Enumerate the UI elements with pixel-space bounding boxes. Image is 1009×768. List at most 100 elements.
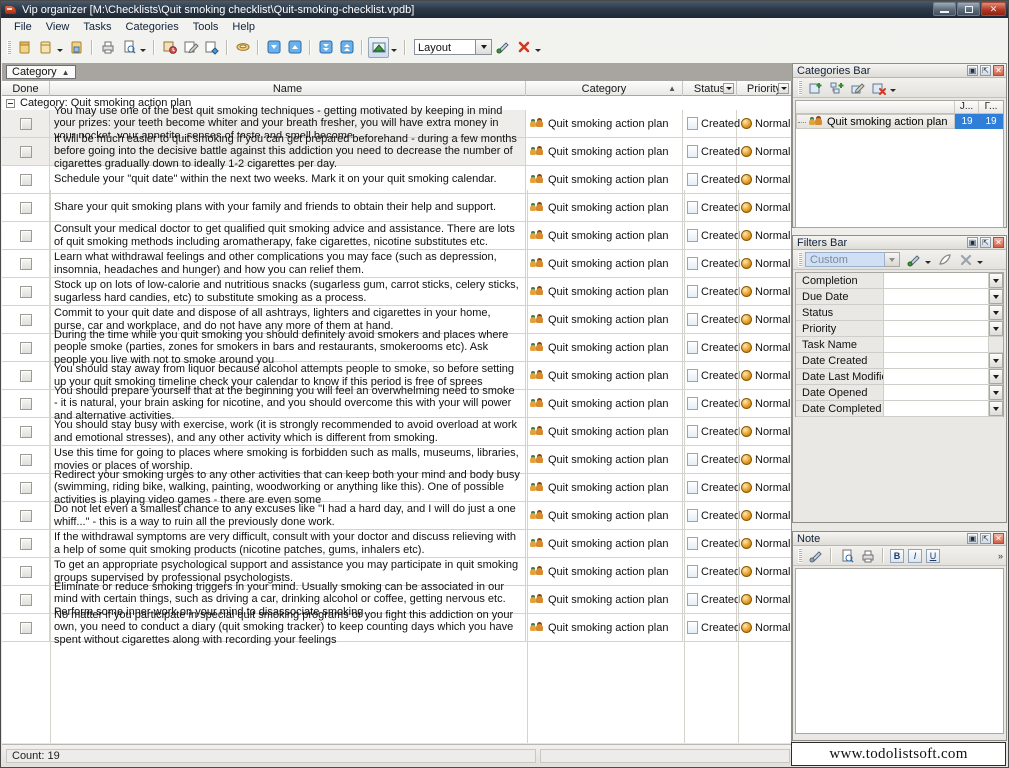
table-row[interactable]: Redirect your smoking urges to any other…	[2, 474, 791, 502]
column-header-category[interactable]: Category ▲	[526, 81, 683, 96]
print-dropdown-caret[interactable]	[140, 49, 146, 52]
menu-item-file[interactable]: File	[7, 20, 39, 34]
row-status-cell[interactable]: Created	[683, 110, 737, 137]
table-row[interactable]: Consult your medical doctor to get quali…	[2, 222, 791, 250]
row-category-cell[interactable]: Quit smoking action plan	[526, 166, 683, 193]
categories-bar-pin-icon[interactable]: ⇱	[980, 65, 991, 76]
row-priority-cell[interactable]: Normal	[737, 278, 791, 305]
categories-toolbar-grip[interactable]	[798, 80, 802, 95]
done-checkbox[interactable]	[20, 314, 32, 326]
row-category-cell[interactable]: Quit smoking action plan	[526, 110, 683, 137]
filters-bar-pin-icon[interactable]: ⇱	[980, 237, 991, 248]
filters-bar-window-position-icon[interactable]: ▣	[967, 237, 978, 248]
row-name-cell[interactable]: If the withdrawal symptoms are very diff…	[50, 530, 526, 557]
filter-row-dropdown[interactable]	[989, 369, 1003, 384]
row-name-cell[interactable]: Learn what withdrawal feelings and other…	[50, 250, 526, 277]
row-priority-cell[interactable]: Normal	[737, 334, 791, 361]
done-checkbox[interactable]	[20, 594, 32, 606]
row-category-cell[interactable]: Quit smoking action plan	[526, 614, 683, 641]
row-category-cell[interactable]: Quit smoking action plan	[526, 390, 683, 417]
row-status-cell[interactable]: Created	[683, 614, 737, 641]
categories-view-icon[interactable]	[368, 37, 389, 58]
row-status-cell[interactable]: Created	[683, 418, 737, 445]
row-priority-cell[interactable]: Normal	[737, 558, 791, 585]
table-row[interactable]: No matter if you participate in special …	[2, 614, 791, 642]
categories-tree-col-2[interactable]: Γ...	[979, 101, 1003, 113]
done-checkbox[interactable]	[20, 426, 32, 438]
column-filter-dropdown-priority[interactable]	[778, 83, 789, 94]
apply-filter-icon[interactable]	[904, 250, 923, 269]
done-checkbox[interactable]	[20, 258, 32, 270]
row-priority-cell[interactable]: Normal	[737, 110, 791, 137]
layout-input[interactable]: Layout	[414, 39, 476, 55]
row-name-cell[interactable]: Stock up on lots of low-calorie and nutr…	[50, 278, 526, 305]
categories-bar-close-icon[interactable]: ✕	[993, 65, 1004, 76]
row-category-cell[interactable]: Quit smoking action plan	[526, 474, 683, 501]
task-history-icon[interactable]	[160, 38, 179, 57]
open-task-icon[interactable]	[36, 38, 55, 57]
row-name-cell[interactable]: You should stay busy with exercise, work…	[50, 418, 526, 445]
table-row[interactable]: If the withdrawal symptoms are very diff…	[2, 530, 791, 558]
menu-item-help[interactable]: Help	[225, 20, 262, 34]
done-checkbox[interactable]	[20, 118, 32, 130]
table-row[interactable]: Schedule your "quit date" within the nex…	[2, 166, 791, 194]
row-status-cell[interactable]: Created	[683, 222, 737, 249]
filter-row-value[interactable]	[884, 353, 989, 368]
save-task-icon[interactable]	[67, 38, 86, 57]
filter-dropdown-caret[interactable]	[925, 261, 931, 264]
row-priority-cell[interactable]: Normal	[737, 166, 791, 193]
done-checkbox[interactable]	[20, 566, 32, 578]
note-close-icon[interactable]: ✕	[993, 533, 1004, 544]
note-toolbar-grip[interactable]	[798, 548, 802, 563]
row-name-cell[interactable]: It will be much easier to quit smoking i…	[50, 138, 526, 165]
delete-category-icon[interactable]	[869, 78, 888, 97]
underline-icon[interactable]: U	[926, 549, 940, 563]
move-top-icon[interactable]	[337, 38, 356, 57]
filter-icon[interactable]	[233, 38, 252, 57]
row-category-cell[interactable]: Quit smoking action plan	[526, 138, 683, 165]
row-status-cell[interactable]: Created	[683, 362, 737, 389]
row-priority-cell[interactable]: Normal	[737, 138, 791, 165]
row-status-cell[interactable]: Created	[683, 446, 737, 473]
row-name-cell[interactable]: Schedule your "quit date" within the nex…	[50, 166, 526, 193]
menu-item-view[interactable]: View	[39, 20, 77, 34]
done-checkbox[interactable]	[20, 510, 32, 522]
note-window-position-icon[interactable]: ▣	[967, 533, 978, 544]
done-checkbox[interactable]	[20, 398, 32, 410]
minimize-button[interactable]	[933, 2, 956, 16]
print-icon[interactable]	[98, 38, 117, 57]
open-dropdown-caret[interactable]	[57, 49, 63, 52]
toolbar-overflow-caret[interactable]	[535, 49, 541, 52]
table-row[interactable]: During the time while you quit smoking y…	[2, 334, 791, 362]
row-name-cell[interactable]: Consult your medical doctor to get quali…	[50, 222, 526, 249]
row-category-cell[interactable]: Quit smoking action plan	[526, 222, 683, 249]
categories-bar-window-position-icon[interactable]: ▣	[967, 65, 978, 76]
row-category-cell[interactable]: Quit smoking action plan	[526, 194, 683, 221]
print-note-icon[interactable]	[858, 546, 877, 565]
row-priority-cell[interactable]: Normal	[737, 586, 791, 613]
filter-row-value[interactable]	[884, 321, 989, 336]
row-status-cell[interactable]: Created	[683, 502, 737, 529]
group-collapse-icon[interactable]	[6, 99, 15, 108]
filter-row-value[interactable]	[884, 273, 989, 288]
row-status-cell[interactable]: Created	[683, 558, 737, 585]
row-status-cell[interactable]: Created	[683, 194, 737, 221]
row-priority-cell[interactable]: Normal	[737, 614, 791, 641]
table-row[interactable]: Stock up on lots of low-calorie and nutr…	[2, 278, 791, 306]
done-checkbox[interactable]	[20, 454, 32, 466]
row-name-cell[interactable]: Do not let even a smallest chance to any…	[50, 502, 526, 529]
close-button[interactable]: ✕	[981, 2, 1006, 16]
row-priority-cell[interactable]: Normal	[737, 530, 791, 557]
toolbar-grip[interactable]	[7, 40, 11, 55]
filter-row-value[interactable]	[884, 289, 989, 304]
row-status-cell[interactable]: Created	[683, 390, 737, 417]
row-status-cell[interactable]: Created	[683, 278, 737, 305]
done-checkbox[interactable]	[20, 286, 32, 298]
row-category-cell[interactable]: Quit smoking action plan	[526, 502, 683, 529]
table-row[interactable]: Share your quit smoking plans with your …	[2, 194, 791, 222]
filter-preset-dropdown[interactable]	[885, 252, 900, 267]
row-category-cell[interactable]: Quit smoking action plan	[526, 250, 683, 277]
filters-toolbar-grip[interactable]	[798, 252, 802, 267]
row-category-cell[interactable]: Quit smoking action plan	[526, 278, 683, 305]
filter-row-value[interactable]	[884, 369, 989, 384]
